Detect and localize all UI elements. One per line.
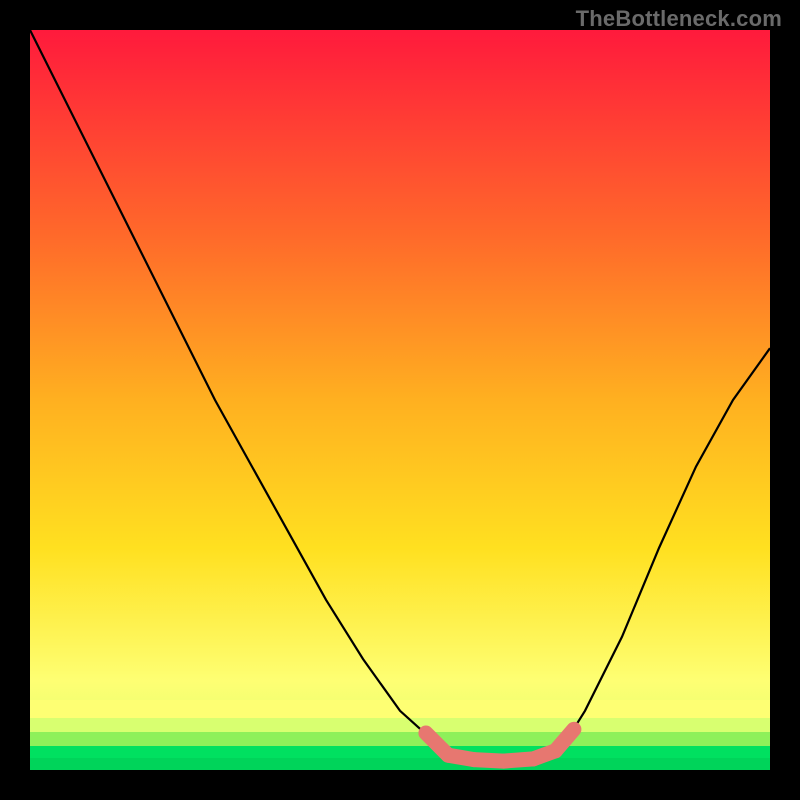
watermark-text: TheBottleneck.com	[576, 6, 782, 32]
plot-area	[30, 30, 770, 770]
optimal-range-overlay	[426, 729, 574, 761]
bottleneck-curve	[30, 30, 770, 770]
chart-stage: TheBottleneck.com	[0, 0, 800, 800]
